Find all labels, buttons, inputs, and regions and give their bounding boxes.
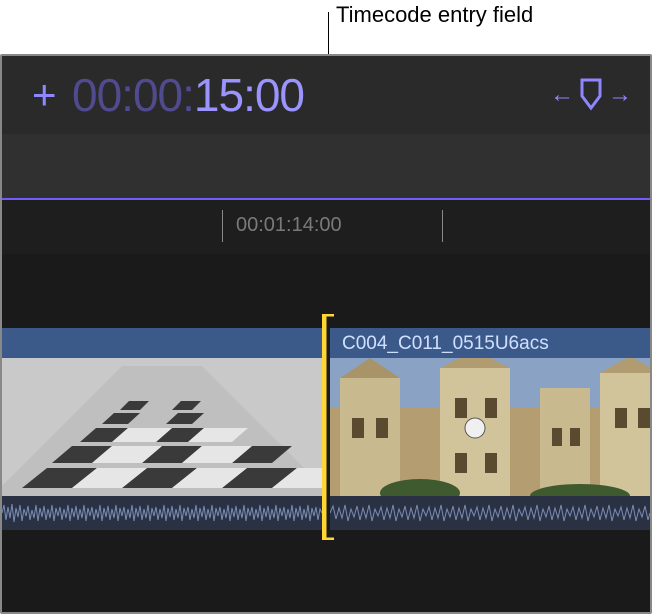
callout-label: Timecode entry field [336, 2, 533, 28]
clip-audio-waveform [2, 496, 322, 530]
next-marker-button[interactable]: → [608, 81, 632, 109]
secondary-toolbar [2, 134, 650, 198]
nudge-plus-button[interactable]: + [32, 56, 57, 134]
timecode-leading: 00:00: [72, 68, 194, 122]
ruler-tick [222, 210, 223, 242]
toolbar: + 00:00:15:00 ← → [2, 56, 650, 135]
clip-thumbnail [330, 358, 650, 496]
callout-leader-line [328, 12, 329, 58]
timeline-area[interactable]: C004_C011_0515U6acs [2, 254, 650, 612]
clip-audio-waveform [330, 496, 650, 530]
clip-title [2, 330, 322, 358]
timecode-entry-field[interactable]: 00:00:15:00 [72, 56, 304, 134]
edit-point-selection[interactable] [322, 314, 334, 540]
ruler-time-label: 00:01:14:00 [236, 214, 342, 237]
prev-marker-button[interactable]: ← [550, 81, 574, 109]
marker-navigation: ← → [550, 56, 632, 134]
time-ruler[interactable]: 00:01:14:00 [2, 200, 650, 254]
ruler-tick [442, 210, 443, 242]
timeline-clip[interactable] [2, 328, 322, 530]
timeline-clip[interactable]: C004_C011_0515U6acs [330, 328, 650, 530]
editor-frame: + 00:00:15:00 ← → 00:01:14:00 [0, 54, 652, 614]
timecode-active: 15:00 [194, 68, 304, 122]
clip-title: C004_C011_0515U6acs [330, 330, 650, 358]
marker-pin-icon[interactable] [578, 78, 604, 112]
clip-thumbnail [2, 358, 322, 496]
